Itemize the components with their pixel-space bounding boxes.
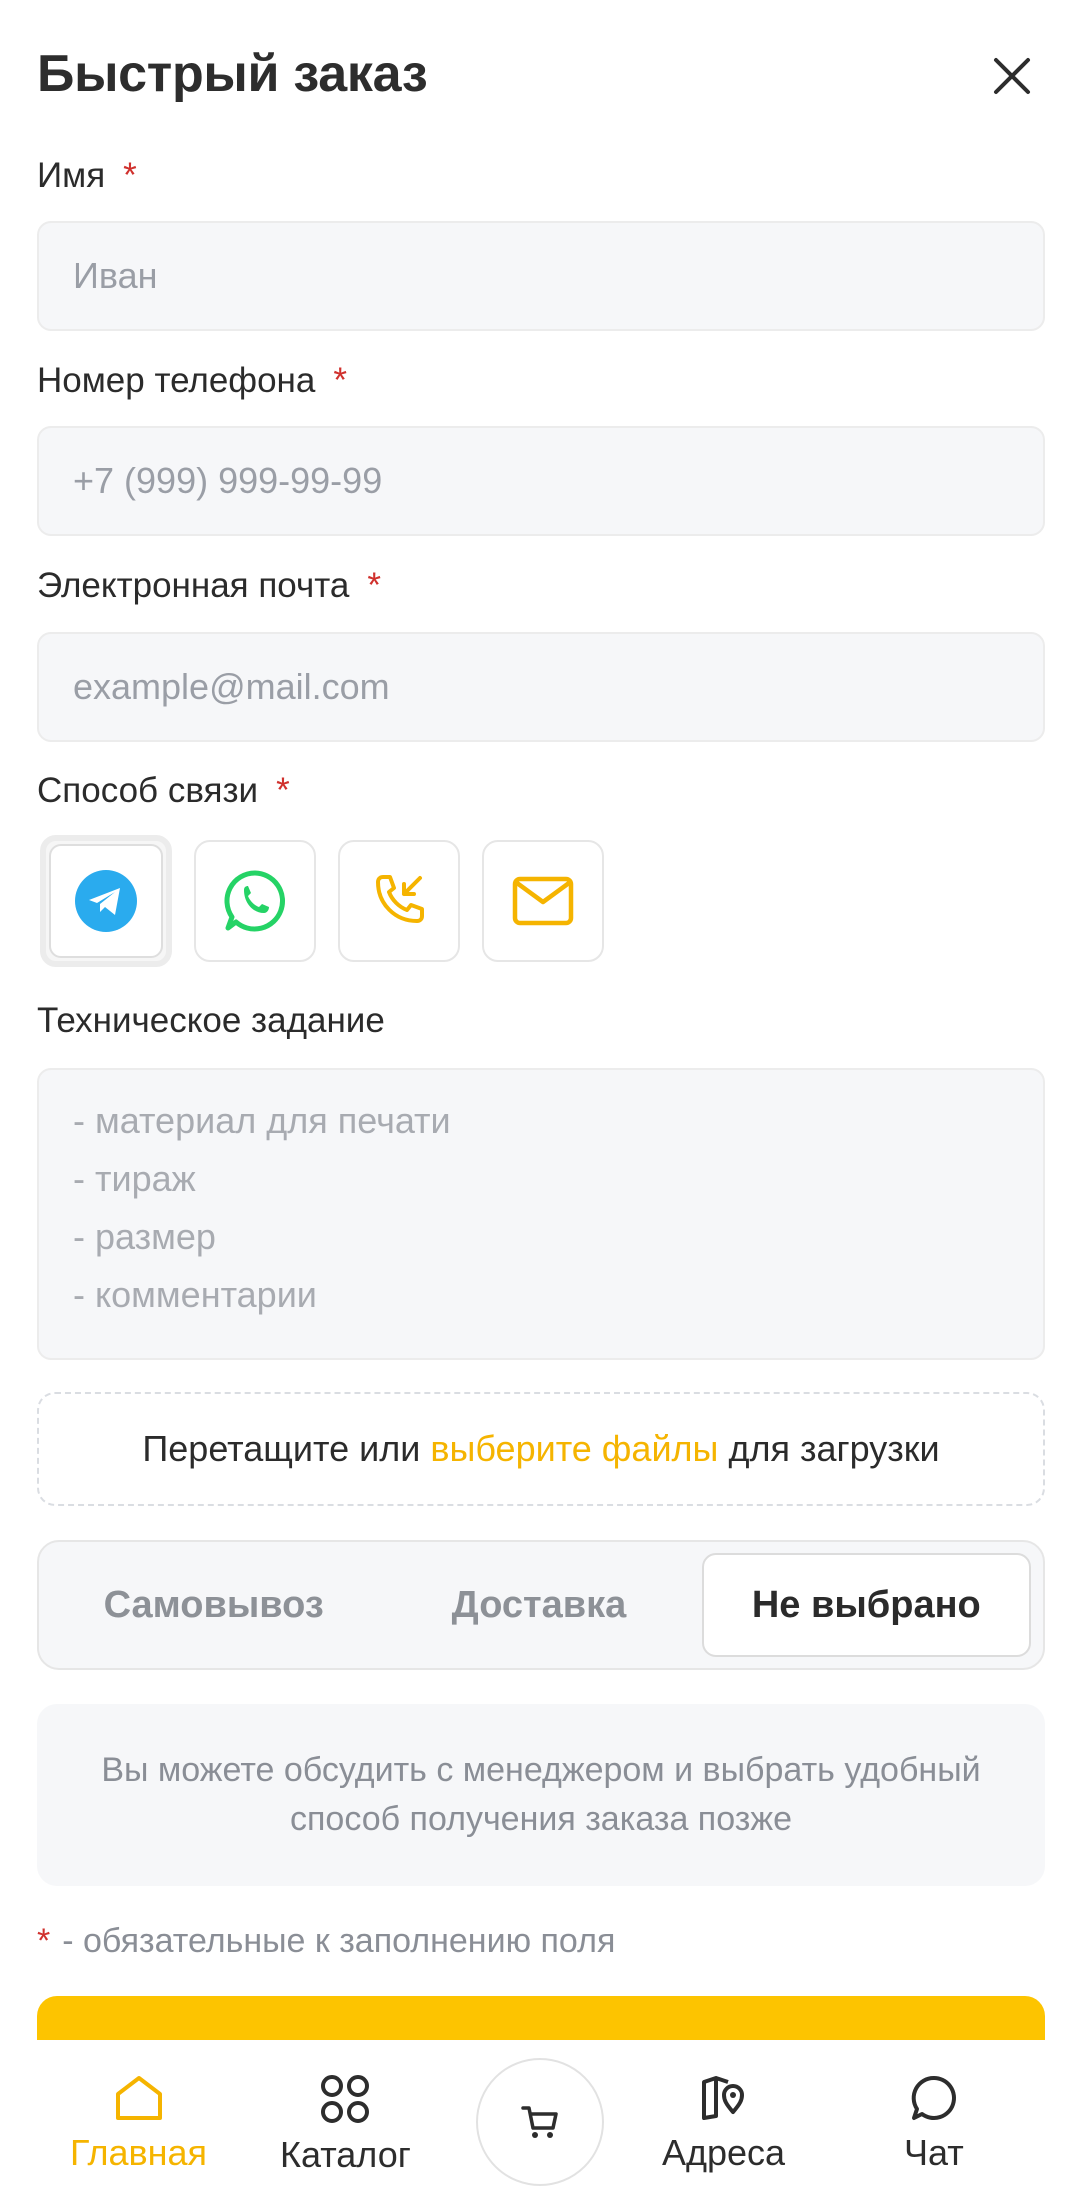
required-mark: * [367,566,381,605]
name-label: Имя * [37,156,137,196]
tab-home-label: Главная [70,2132,208,2173]
dropzone-text-after: для загрузки [728,1428,940,1469]
required-mark: * [123,156,137,195]
spec-placeholder-line: - размер [73,1216,216,1257]
name-input[interactable]: Иван [37,221,1045,331]
required-mark: * [37,1922,51,1960]
telegram-icon [75,870,137,932]
contact-option-whatsapp[interactable] [194,840,316,962]
tab-home[interactable]: Главная [70,2074,207,2174]
delivery-method-selector: Самовывоз Доставка Не выбрано [37,1540,1045,1670]
contact-option-telegram[interactable] [40,835,172,967]
quick-order-modal: Быстрый заказ Имя * Иван Номер телефона * … [0,0,1082,2202]
spec-placeholder-line: - материал для печати [73,1100,451,1141]
spec-placeholder-line: - тираж [73,1158,196,1199]
choose-files-link[interactable]: выберите файлы [430,1428,718,1470]
chat-icon [911,2075,956,2120]
whatsapp-icon [224,870,286,932]
mail-icon [512,876,574,926]
name-placeholder: Иван [73,255,158,296]
tab-chat-label: Чат [904,2132,964,2173]
modal-title: Быстрый заказ [37,45,428,103]
catalog-icon [321,2075,370,2123]
tab-catalog[interactable]: Каталог [280,2074,411,2176]
spec-textarea[interactable]: - материал для печати - тираж - размер -… [37,1068,1045,1360]
close-icon[interactable] [988,52,1036,100]
tab-addresses-label: Адреса [662,2132,786,2173]
tab-chat[interactable]: Чат [904,2074,964,2174]
spec-placeholder-line: - комментарии [73,1274,317,1315]
required-mark: * [276,771,290,810]
required-fields-note: * - обязательные к заполнению поля [37,1922,615,1961]
contact-option-email[interactable] [482,840,604,962]
spec-label: Техническое задание [37,1001,385,1041]
delivery-info-text: Вы можете обсудить с менеджером и выбрат… [101,1751,981,1838]
email-input[interactable]: example@mail.com [37,632,1045,742]
bottom-tab-bar: Главная Каталог Адреса Чат [0,2040,1082,2202]
required-mark: * [333,361,347,400]
phone-call-icon [376,875,424,923]
phone-input[interactable]: +7 (999) 999-99-99 [37,426,1045,536]
phone-label-text: Номер телефона [37,361,316,400]
contact-method-label-text: Способ связи [37,771,259,810]
delivery-option-not-selected[interactable]: Не выбрано [701,1553,1031,1657]
tab-addresses[interactable]: Адреса [662,2074,785,2174]
phone-placeholder: +7 (999) 999-99-99 [73,460,383,501]
delivery-option-pickup[interactable]: Самовывоз [51,1553,376,1657]
email-label-text: Электронная почта [37,566,350,605]
dropzone-text-before: Перетащите или [142,1428,421,1469]
tab-catalog-label: Каталог [280,2134,411,2175]
contact-method-options [40,835,604,967]
name-label-text: Имя [37,156,106,195]
delivery-info-box: Вы можете обсудить с менеджером и выбрат… [37,1704,1045,1886]
delivery-option-delivery[interactable]: Доставка [376,1553,701,1657]
contact-option-phone[interactable] [338,840,460,962]
cart-icon [521,2106,558,2138]
map-icon [701,2076,744,2120]
phone-label: Номер телефона * [37,361,347,401]
home-icon [115,2076,162,2120]
contact-method-label: Способ связи * [37,771,290,811]
spec-label-text: Техническое задание [37,1001,385,1040]
required-note-text: - обязательные к заполнению поля [62,1922,616,1960]
file-dropzone[interactable]: Перетащите или выберите файлы для загруз… [37,1392,1045,1506]
email-placeholder: example@mail.com [73,666,390,707]
email-label: Электронная почта * [37,566,381,606]
cart-button[interactable] [476,2058,604,2186]
